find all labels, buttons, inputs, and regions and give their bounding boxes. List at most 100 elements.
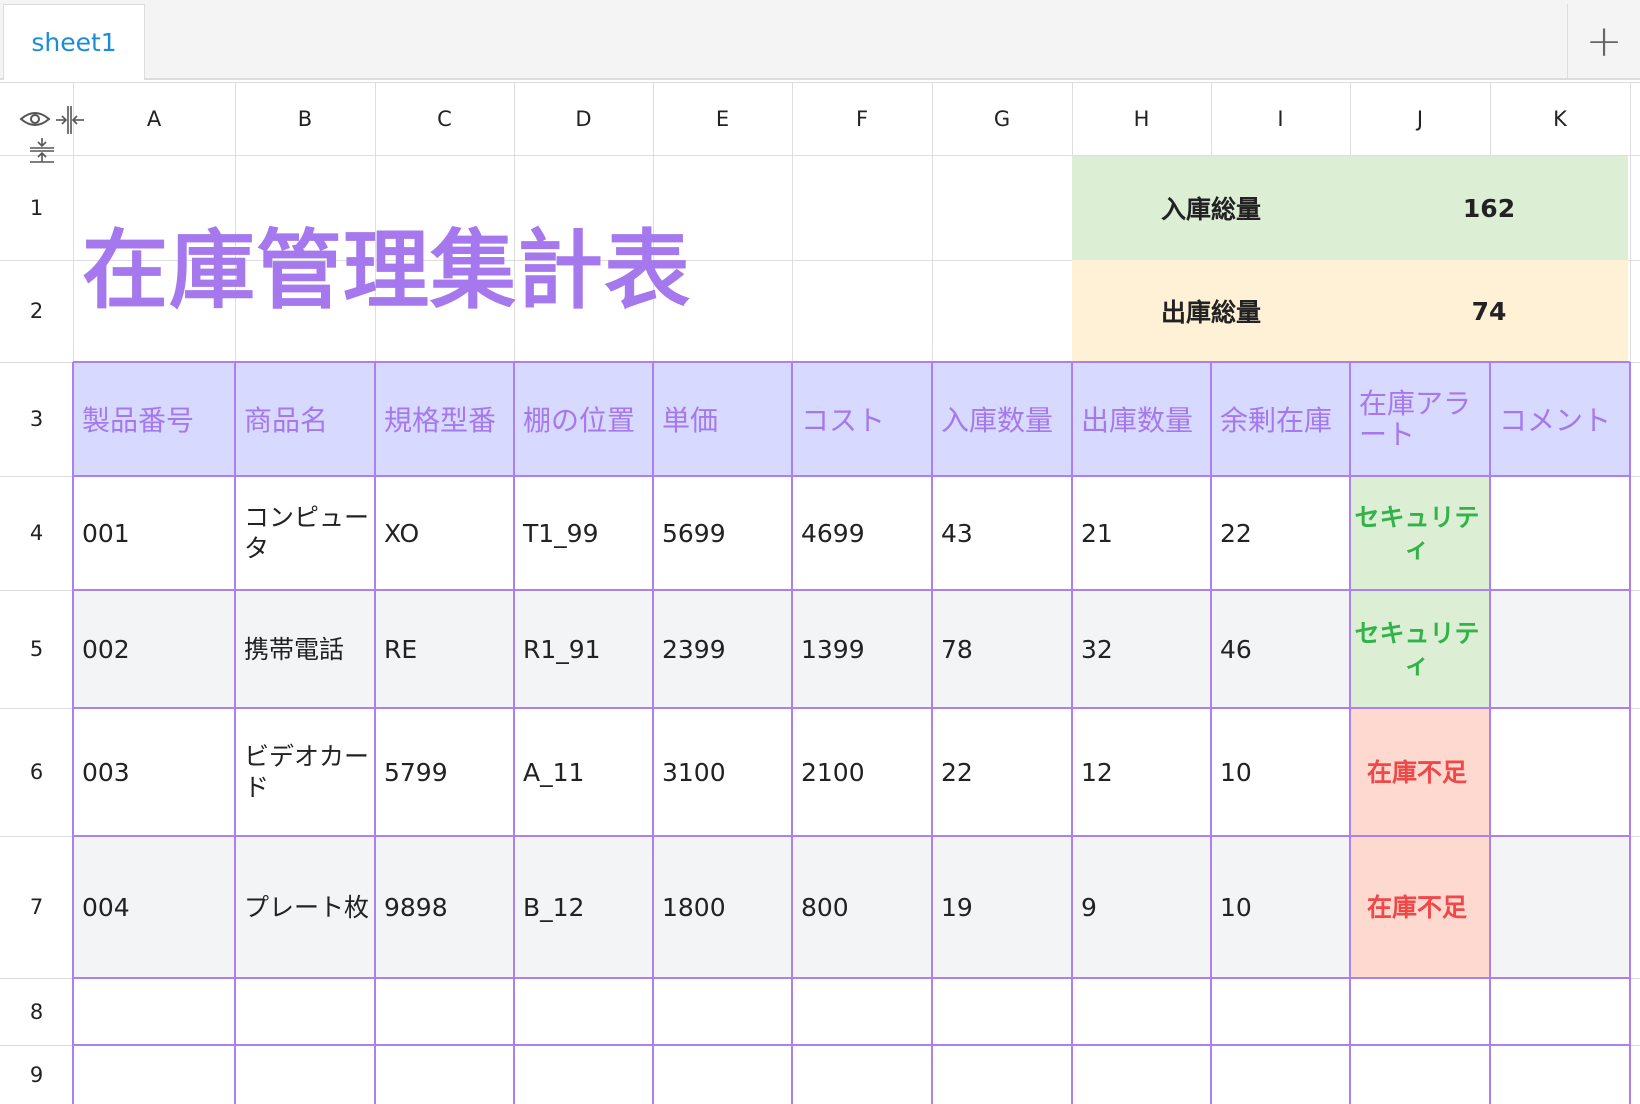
- table-cell[interactable]: 002: [73, 590, 235, 708]
- table-border-v: [513, 362, 515, 1104]
- column-header-f[interactable]: F: [792, 82, 932, 155]
- table-header-cell[interactable]: コメント: [1490, 362, 1630, 476]
- row-header-8[interactable]: 8: [0, 978, 73, 1045]
- table-header-cell[interactable]: 在庫アラート: [1350, 362, 1490, 476]
- column-header-k[interactable]: K: [1490, 82, 1630, 155]
- table-cell[interactable]: 10: [1211, 836, 1350, 978]
- table-cell[interactable]: 9898: [375, 836, 514, 978]
- table-cell[interactable]: 4699: [792, 476, 932, 590]
- table-cell[interactable]: 003: [73, 708, 235, 836]
- table-cell[interactable]: 19: [932, 836, 1072, 978]
- table-cell[interactable]: 800: [792, 836, 932, 978]
- table-cell[interactable]: 32: [1072, 590, 1211, 708]
- row-header-6[interactable]: 6: [0, 708, 73, 836]
- table-cell[interactable]: [1490, 590, 1630, 708]
- row-header-3[interactable]: 3: [0, 362, 73, 476]
- table-cell[interactable]: RE: [375, 590, 514, 708]
- table-cell[interactable]: 9: [1072, 836, 1211, 978]
- inbound-total-value[interactable]: 162: [1350, 156, 1628, 260]
- outbound-total-label[interactable]: 出庫総量: [1072, 260, 1350, 362]
- table-cell[interactable]: ビデオカード: [235, 708, 375, 836]
- stock-alert-cell[interactable]: 在庫不足: [1350, 708, 1490, 836]
- row-header-9[interactable]: 9: [0, 1045, 73, 1104]
- outbound-total-value[interactable]: 74: [1350, 260, 1628, 362]
- table-border-v: [1210, 362, 1212, 1104]
- column-header-i[interactable]: I: [1211, 82, 1350, 155]
- eye-icon[interactable]: [19, 112, 51, 126]
- table-cell[interactable]: 22: [932, 708, 1072, 836]
- table-border-h: [73, 835, 1630, 837]
- table-border-h: [73, 1044, 1630, 1046]
- column-header-c[interactable]: C: [375, 82, 514, 155]
- table-cell[interactable]: 1800: [653, 836, 792, 978]
- table-cell[interactable]: [1490, 836, 1630, 978]
- table-border-h: [73, 475, 1630, 477]
- table-border-v: [72, 362, 74, 1104]
- row-header-2[interactable]: 2: [0, 260, 73, 362]
- table-border-v: [1349, 362, 1351, 1104]
- table-cell[interactable]: 5699: [653, 476, 792, 590]
- table-cell[interactable]: T1_99: [514, 476, 653, 590]
- table-cell[interactable]: 12: [1072, 708, 1211, 836]
- stock-alert-cell[interactable]: セキュリティ: [1350, 476, 1490, 590]
- table-cell[interactable]: A_11: [514, 708, 653, 836]
- table-border-h: [73, 361, 1630, 363]
- table-cell[interactable]: B_12: [514, 836, 653, 978]
- table-cell[interactable]: XO: [375, 476, 514, 590]
- table-cell[interactable]: [1490, 708, 1630, 836]
- stock-alert-cell[interactable]: 在庫不足: [1350, 836, 1490, 978]
- table-header-cell[interactable]: 余剰在庫: [1211, 362, 1350, 476]
- table-border-v: [791, 362, 793, 1104]
- table-cell[interactable]: [1490, 476, 1630, 590]
- stock-alert-cell[interactable]: セキュリティ: [1350, 590, 1490, 708]
- add-sheet-button[interactable]: +: [1567, 4, 1640, 78]
- table-cell[interactable]: 1399: [792, 590, 932, 708]
- table-header-cell[interactable]: 棚の位置: [514, 362, 653, 476]
- table-cell[interactable]: 3100: [653, 708, 792, 836]
- plus-icon: +: [1585, 15, 1623, 67]
- row-header-1[interactable]: 1: [0, 155, 73, 260]
- table-cell[interactable]: 10: [1211, 708, 1350, 836]
- table-cell[interactable]: 携帯電話: [235, 590, 375, 708]
- table-cell[interactable]: 5799: [375, 708, 514, 836]
- table-border-h: [73, 977, 1630, 979]
- row-header-7[interactable]: 7: [0, 836, 73, 978]
- table-border-h: [73, 589, 1630, 591]
- table-cell[interactable]: R1_91: [514, 590, 653, 708]
- column-header-h[interactable]: H: [1072, 82, 1211, 155]
- sheet-tab-bar: sheet1 +: [0, 0, 1640, 80]
- row-header-5[interactable]: 5: [0, 590, 73, 708]
- table-cell[interactable]: 78: [932, 590, 1072, 708]
- table-border-v: [1071, 362, 1073, 1104]
- column-header-g[interactable]: G: [932, 82, 1072, 155]
- table-header-cell[interactable]: 製品番号: [73, 362, 235, 476]
- table-header-cell[interactable]: 出庫数量: [1072, 362, 1211, 476]
- table-header-cell[interactable]: コスト: [792, 362, 932, 476]
- table-border-v: [1489, 362, 1491, 1104]
- inbound-total-label[interactable]: 入庫総量: [1072, 156, 1350, 260]
- table-cell[interactable]: 21: [1072, 476, 1211, 590]
- table-header-cell[interactable]: 規格型番: [375, 362, 514, 476]
- table-cell[interactable]: 46: [1211, 590, 1350, 708]
- tab-sheet1[interactable]: sheet1: [3, 4, 145, 80]
- table-header-cell[interactable]: 入庫数量: [932, 362, 1072, 476]
- table-cell[interactable]: 2399: [653, 590, 792, 708]
- column-header-j[interactable]: J: [1350, 82, 1490, 155]
- table-border-v: [234, 362, 236, 1104]
- table-cell[interactable]: 43: [932, 476, 1072, 590]
- table-cell[interactable]: コンピュータ: [235, 476, 375, 590]
- sheet-title[interactable]: 在庫管理集計表: [82, 200, 691, 325]
- table-cell[interactable]: 001: [73, 476, 235, 590]
- table-cell[interactable]: 22: [1211, 476, 1350, 590]
- table-cell[interactable]: プレート枚: [235, 836, 375, 978]
- column-header-a[interactable]: A: [73, 82, 235, 155]
- column-header-d[interactable]: D: [514, 82, 653, 155]
- table-header-cell[interactable]: 単価: [653, 362, 792, 476]
- table-border-v: [652, 362, 654, 1104]
- row-header-4[interactable]: 4: [0, 476, 73, 590]
- table-cell[interactable]: 004: [73, 836, 235, 978]
- table-header-cell[interactable]: 商品名: [235, 362, 375, 476]
- column-header-e[interactable]: E: [653, 82, 792, 155]
- table-cell[interactable]: 2100: [792, 708, 932, 836]
- column-header-b[interactable]: B: [235, 82, 375, 155]
